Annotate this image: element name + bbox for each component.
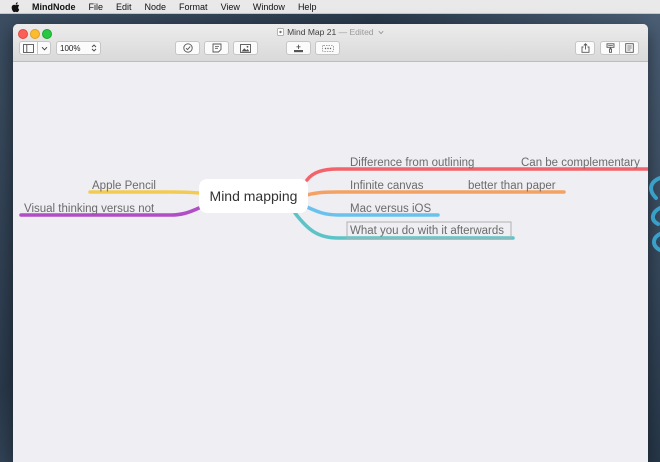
- menu-view[interactable]: View: [221, 2, 240, 12]
- chevron-down-icon: [378, 30, 384, 35]
- node-apple-pencil[interactable]: Apple Pencil: [92, 180, 156, 192]
- outline-icon: [624, 43, 634, 53]
- checkmark-circle-icon: [182, 43, 193, 53]
- connect-button[interactable]: [315, 41, 340, 55]
- menu-app-name[interactable]: MindNode: [32, 2, 76, 12]
- branch-difference-from-outlining: [305, 167, 648, 182]
- menu-window[interactable]: Window: [253, 2, 285, 12]
- image-icon: [240, 43, 251, 53]
- node-infinite-canvas[interactable]: Infinite canvas: [350, 180, 424, 192]
- node-visual-thinking-versus-not[interactable]: Visual thinking versus not: [24, 203, 155, 215]
- node-can-be-complementary[interactable]: Can be complementary: [521, 157, 640, 169]
- note-button[interactable]: [204, 41, 229, 55]
- share-button[interactable]: [575, 41, 595, 55]
- note-icon: [212, 43, 221, 53]
- document-status: Edited: [349, 27, 374, 37]
- offscreen-branch-fragment: [649, 176, 660, 252]
- menu-help[interactable]: Help: [298, 2, 317, 12]
- stepper-icon[interactable]: [91, 43, 97, 53]
- task-button[interactable]: [175, 41, 200, 55]
- image-button[interactable]: [233, 41, 258, 55]
- document-icon: [277, 28, 284, 36]
- menu-file[interactable]: File: [89, 2, 104, 12]
- node-better-than-paper[interactable]: better than paper: [468, 180, 556, 192]
- title-separator: —: [336, 27, 350, 37]
- apple-icon[interactable]: [10, 1, 22, 13]
- zoom-value: 100%: [60, 43, 81, 53]
- central-node-label: Mind mapping: [210, 188, 298, 204]
- node-what-you-do-with-it-afterwards[interactable]: What you do with it afterwards: [350, 225, 504, 237]
- sidebar-toggle-button[interactable]: [19, 41, 38, 55]
- sidebar-icon: [23, 43, 34, 53]
- menu-format[interactable]: Format: [179, 2, 208, 12]
- mind-map: Mind mapping Difference from outlining C…: [19, 157, 648, 240]
- connect-icon: [321, 44, 334, 52]
- app-window: Mind Map 21 — Edited 100% Mind mapping D…: [13, 24, 648, 462]
- node-difference-from-outlining[interactable]: Difference from outlining: [350, 157, 474, 169]
- share-icon: [581, 43, 589, 53]
- outline-button[interactable]: [619, 41, 639, 55]
- add-child-icon: [294, 44, 303, 52]
- node-mac-versus-ios[interactable]: Mac versus iOS: [350, 203, 431, 215]
- branch-apple-pencil: [88, 190, 201, 195]
- add-child-node-button[interactable]: [286, 41, 311, 55]
- sidebar-menu-button[interactable]: [37, 41, 51, 55]
- style-button[interactable]: [600, 41, 620, 55]
- menu-node[interactable]: Node: [145, 2, 167, 12]
- title-bar: Mind Map 21 — Edited 100%: [13, 24, 648, 62]
- branch-infinite-canvas: [305, 190, 566, 197]
- menu-edit[interactable]: Edit: [116, 2, 132, 12]
- zoom-field[interactable]: 100%: [56, 41, 101, 55]
- document-title[interactable]: Mind Map 21 — Edited: [13, 27, 648, 37]
- chevron-down-icon: [41, 46, 47, 51]
- document-name: Mind Map 21: [287, 27, 337, 37]
- menu-bar: MindNode File Edit Node Format View Wind…: [0, 0, 660, 14]
- style-icon: [606, 43, 614, 53]
- mind-map-canvas[interactable]: Mind mapping Difference from outlining C…: [13, 62, 648, 462]
